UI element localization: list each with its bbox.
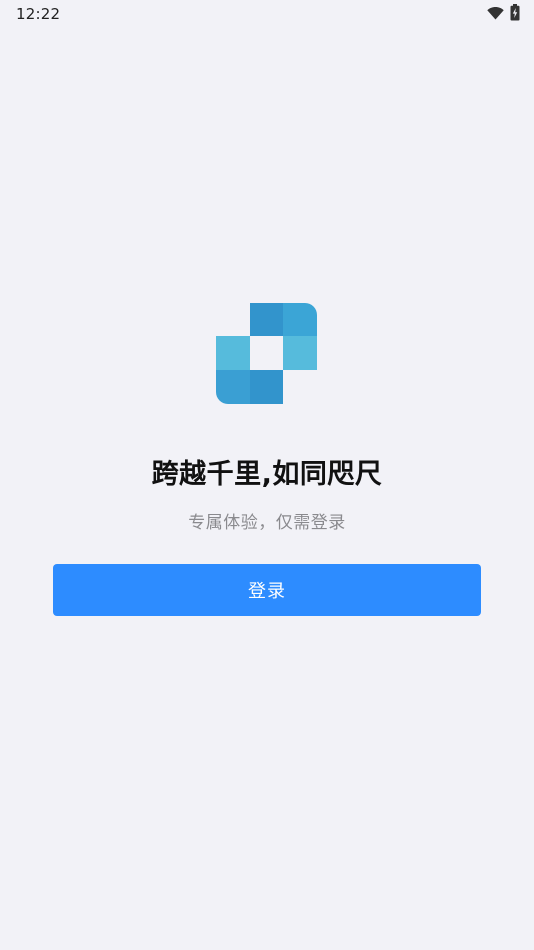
- logo-tile: [250, 370, 283, 404]
- battery-charging-icon: [510, 3, 520, 25]
- logo-tile: [216, 336, 250, 370]
- status-time: 12:22: [16, 5, 61, 23]
- wifi-icon: [487, 5, 504, 24]
- status-bar: 12:22: [0, 0, 534, 28]
- logo-tile: [283, 303, 317, 336]
- logo-tile: [216, 370, 250, 404]
- page-subtitle: 专属体验，仅需登录: [188, 513, 346, 533]
- login-button[interactable]: 登录: [53, 564, 481, 616]
- app-logo: [216, 303, 317, 404]
- logo-tile: [283, 336, 317, 370]
- status-icons: [487, 3, 520, 25]
- logo-tile: [250, 303, 283, 336]
- page-title: 跨越千里,如同咫尺: [151, 459, 383, 490]
